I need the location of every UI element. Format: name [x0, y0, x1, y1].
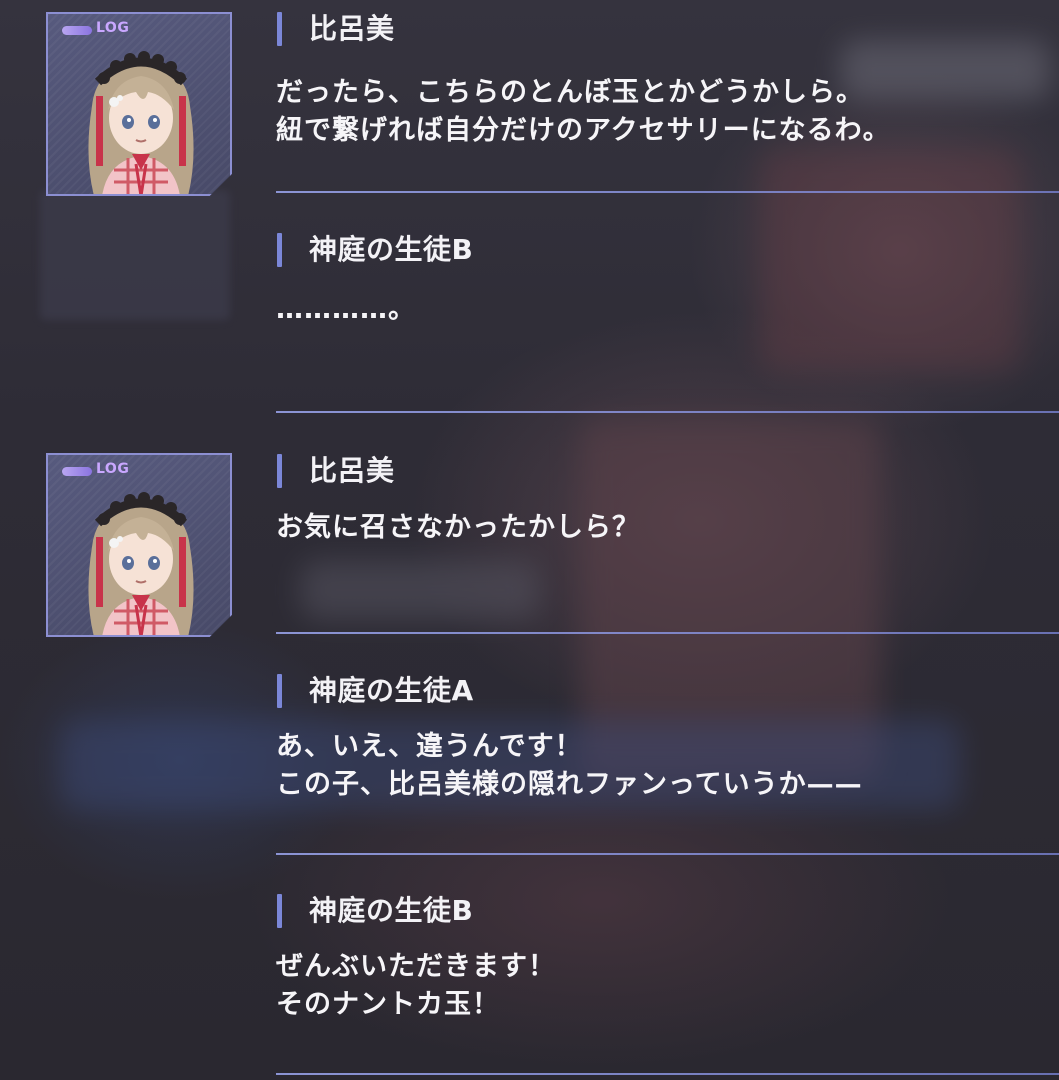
speaker-accent-bar	[277, 894, 282, 928]
log-pill-icon	[62, 26, 92, 35]
character-portrait-icon	[88, 51, 194, 194]
background-blur	[300, 560, 540, 620]
speaker-name: 神庭の生徒A	[309, 674, 474, 707]
entry-divider	[276, 411, 1059, 413]
speaker-name: 神庭の生徒B	[309, 894, 474, 927]
dialogue-line: そのナントカ玉！	[276, 989, 500, 1020]
speaker-row: 神庭の生徒B	[276, 892, 1059, 932]
dialogue-line: お気に召さなかったかしら？	[276, 512, 640, 543]
speaker-row: 神庭の生徒B	[276, 231, 1059, 271]
log-entry: 比呂美 だったら、こちらのとんぼ玉とかどうかしら。 紐で繋げれば自分だけのアクセ…	[276, 10, 1059, 150]
speaker-accent-bar	[277, 674, 282, 708]
log-badge-label: LOG	[96, 461, 130, 477]
voice-replay-portrait-2[interactable]: LOG	[46, 453, 232, 637]
log-badge-label: LOG	[96, 20, 130, 36]
speaker-name: 神庭の生徒B	[309, 233, 474, 266]
entry-divider	[276, 1073, 1059, 1075]
speaker-row: 比呂美	[276, 10, 1059, 50]
dialogue-line: ぜんぶいただきます！	[276, 951, 556, 982]
speaker-name: 比呂美	[309, 454, 395, 487]
log-entry: 神庭の生徒B ぜんぶいただきます！ そのナントカ玉！	[276, 892, 1059, 1024]
entry-divider	[276, 632, 1059, 634]
backlog-screen: LOG LOG 比呂美 だったら、こちらのとんぼ玉とかどうかしら。 紐で繋げれば…	[0, 0, 1059, 1080]
dialogue-line: 紐で繋げれば自分だけのアクセサリーになるわ。	[276, 115, 891, 146]
log-pill-icon	[62, 467, 92, 476]
dialogue-line: この子、比呂美様の隠れファンっていうか——	[276, 769, 863, 800]
speaker-accent-bar	[277, 233, 282, 267]
speaker-accent-bar	[277, 454, 282, 488]
character-portrait-icon	[88, 492, 194, 635]
background-panel	[40, 190, 230, 320]
speaker-accent-bar	[277, 12, 282, 46]
speaker-row: 比呂美	[276, 452, 1059, 492]
speaker-row: 神庭の生徒A	[276, 672, 1059, 712]
dialogue-line: あ、いえ、違うんです！	[276, 731, 583, 762]
speaker-name: 比呂美	[309, 12, 395, 45]
log-entry: 神庭の生徒B …………。	[276, 231, 1059, 329]
log-entry: 神庭の生徒A あ、いえ、違うんです！ この子、比呂美様の隠れファンっていうか——	[276, 672, 1059, 804]
dialogue-line: だったら、こちらのとんぼ玉とかどうかしら。	[276, 77, 864, 108]
dialogue-line: …………。	[276, 294, 416, 325]
voice-replay-portrait-1[interactable]: LOG	[46, 12, 232, 196]
entry-divider	[276, 191, 1059, 193]
log-entry: 比呂美 お気に召さなかったかしら？	[276, 452, 1059, 547]
entry-divider	[276, 853, 1059, 855]
